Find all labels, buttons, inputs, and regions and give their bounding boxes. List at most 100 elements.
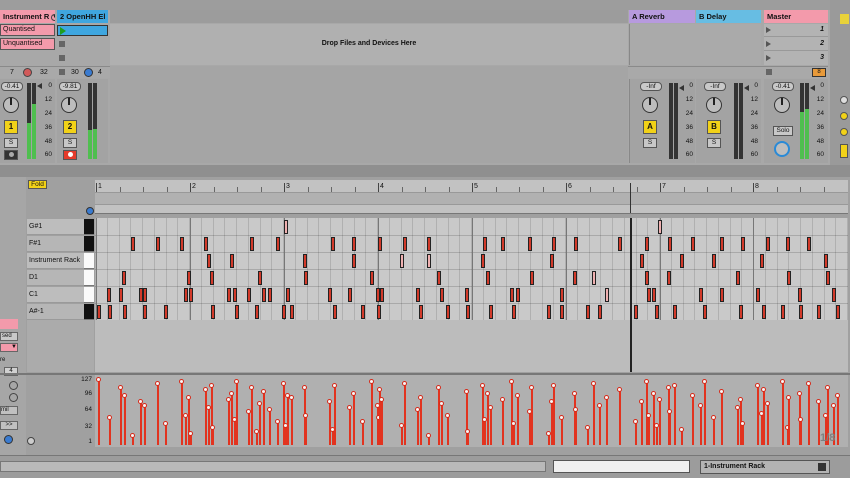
velocity-handle[interactable] xyxy=(573,407,578,412)
velocity-stem[interactable] xyxy=(420,397,422,445)
midi-note[interactable] xyxy=(427,254,431,268)
velocity-handle[interactable] xyxy=(210,425,215,430)
velocity-handle[interactable] xyxy=(229,391,234,396)
velocity-stem[interactable] xyxy=(782,381,784,445)
velocity-handle[interactable] xyxy=(559,415,564,420)
velocity-handle[interactable] xyxy=(464,389,469,394)
midi-note[interactable] xyxy=(268,288,272,302)
midi-note[interactable] xyxy=(691,237,695,251)
midi-note[interactable] xyxy=(97,305,101,319)
velocity-handle[interactable] xyxy=(332,383,337,388)
velocity-handle[interactable] xyxy=(765,401,770,406)
scene-1[interactable]: 1 xyxy=(764,24,828,37)
midi-note[interactable] xyxy=(756,288,760,302)
velocity-stem[interactable] xyxy=(653,393,655,445)
zoom-icon[interactable] xyxy=(86,207,94,215)
midi-note[interactable] xyxy=(618,237,622,251)
velocity-handle[interactable] xyxy=(711,415,716,420)
circle-icon[interactable] xyxy=(840,96,848,104)
velocity-stem[interactable] xyxy=(144,405,146,445)
key-row-label[interactable]: A#-1 xyxy=(27,304,84,320)
toggle-icon[interactable] xyxy=(840,144,848,158)
midi-note[interactable] xyxy=(143,305,147,319)
velocity-handle[interactable] xyxy=(327,399,332,404)
velocity-handle[interactable] xyxy=(617,387,622,392)
midi-note[interactable] xyxy=(258,271,262,285)
return-activator-a[interactable]: A xyxy=(643,120,657,134)
velocity-handle[interactable] xyxy=(672,383,677,388)
key-row-label[interactable]: Instrument Rack xyxy=(27,253,84,269)
velocity-stem[interactable] xyxy=(606,397,608,445)
velocity-handle[interactable] xyxy=(360,419,365,424)
midi-note[interactable] xyxy=(836,305,840,319)
velocity-handle[interactable] xyxy=(302,385,307,390)
velocity-handle[interactable] xyxy=(485,391,490,396)
velocity-handle[interactable] xyxy=(646,413,651,418)
velocity-stem[interactable] xyxy=(721,391,723,445)
velocity-stem[interactable] xyxy=(837,395,839,445)
velocity-handle[interactable] xyxy=(377,387,382,392)
velocity-handle[interactable] xyxy=(445,413,450,418)
velocity-stem[interactable] xyxy=(484,419,486,445)
midi-note[interactable] xyxy=(658,220,662,234)
velocity-stem[interactable] xyxy=(531,387,533,445)
midi-note[interactable] xyxy=(592,271,596,285)
midi-note[interactable] xyxy=(832,288,836,302)
velocity-stem[interactable] xyxy=(713,417,715,445)
midi-note[interactable] xyxy=(673,305,677,319)
velocity-handle[interactable] xyxy=(604,395,609,400)
solo-button[interactable]: S xyxy=(643,138,657,148)
midi-note[interactable] xyxy=(720,237,724,251)
track-header-openhh[interactable]: 2 OpenHH El xyxy=(57,10,108,23)
volume-readout[interactable]: -Inf xyxy=(640,82,662,91)
velocity-handle[interactable] xyxy=(667,409,672,414)
midi-note[interactable] xyxy=(667,271,671,285)
velocity-stem[interactable] xyxy=(553,385,555,445)
velocity-stem[interactable] xyxy=(788,397,790,445)
knob-icon[interactable] xyxy=(61,97,77,113)
knob-icon[interactable] xyxy=(774,97,790,113)
clip-color-swatch[interactable] xyxy=(0,319,18,329)
launch-mode-field[interactable]: sed xyxy=(0,332,18,341)
velocity-handle[interactable] xyxy=(509,379,514,384)
velocity-handle[interactable] xyxy=(465,429,470,434)
midi-note[interactable] xyxy=(427,237,431,251)
velocity-handle[interactable] xyxy=(402,381,407,386)
return-header-reverb[interactable]: A Reverb xyxy=(629,10,695,23)
midi-note[interactable] xyxy=(370,271,374,285)
commit-button[interactable]: mil xyxy=(0,406,18,415)
midi-note[interactable] xyxy=(184,288,188,302)
velocity-handle[interactable] xyxy=(515,393,520,398)
midi-note[interactable] xyxy=(798,288,802,302)
velocity-handle[interactable] xyxy=(798,417,803,422)
velocity-stem[interactable] xyxy=(291,397,293,445)
midi-note[interactable] xyxy=(786,237,790,251)
midi-note[interactable] xyxy=(501,237,505,251)
midi-note[interactable] xyxy=(250,237,254,251)
midi-note[interactable] xyxy=(817,305,821,319)
play-icon[interactable] xyxy=(766,41,771,47)
midi-note[interactable] xyxy=(403,237,407,251)
volume-readout[interactable]: -Inf xyxy=(704,82,726,91)
midi-note[interactable] xyxy=(586,305,590,319)
velocity-handle[interactable] xyxy=(289,395,294,400)
track-activator-2[interactable]: 2 xyxy=(63,120,77,134)
midi-note[interactable] xyxy=(286,288,290,302)
midi-note[interactable] xyxy=(781,305,785,319)
midi-note[interactable] xyxy=(640,254,644,268)
solo-button[interactable]: S xyxy=(63,138,77,148)
velocity-stem[interactable] xyxy=(763,389,765,445)
velocity-handle[interactable] xyxy=(209,383,214,388)
velocity-handle[interactable] xyxy=(738,397,743,402)
velocity-handle[interactable] xyxy=(831,403,836,408)
velocity-stem[interactable] xyxy=(700,405,702,445)
midi-note[interactable] xyxy=(187,271,191,285)
velocity-handle[interactable] xyxy=(651,391,656,396)
velocity-handle[interactable] xyxy=(511,421,516,426)
velocity-handle[interactable] xyxy=(786,395,791,400)
midi-note[interactable] xyxy=(528,237,532,251)
velocity-handle[interactable] xyxy=(142,403,147,408)
midi-note[interactable] xyxy=(552,237,556,251)
velocity-handle[interactable] xyxy=(572,391,577,396)
knob-icon[interactable] xyxy=(706,97,722,113)
